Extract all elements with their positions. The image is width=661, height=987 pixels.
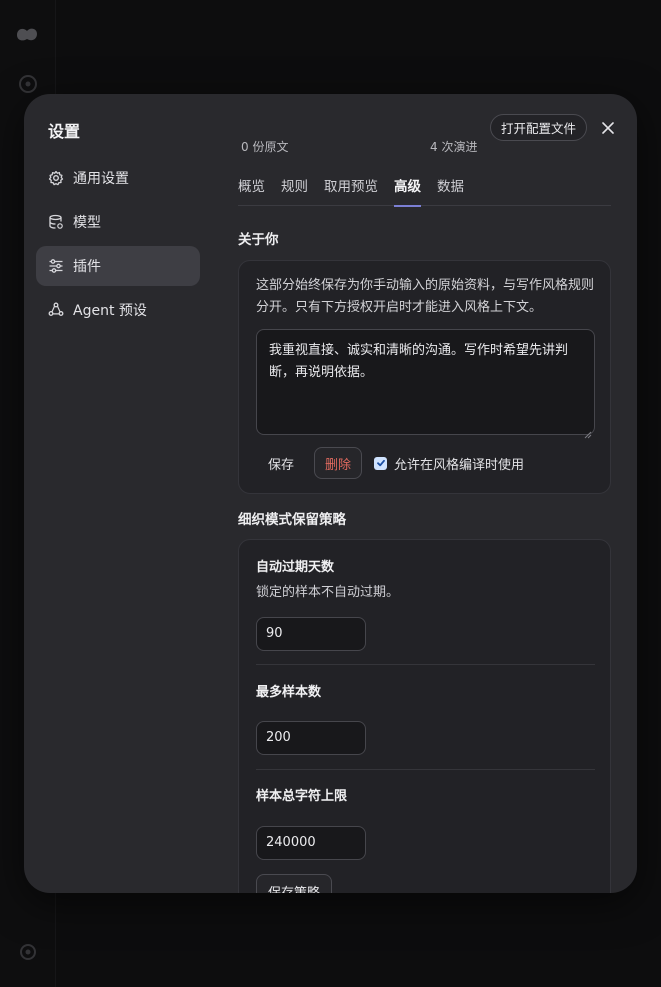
about-textarea[interactable]: 我重视直接、诚实和清晰的沟通。写作时希望先讲判断，再说明依据。: [256, 329, 595, 435]
tab-retrieval-preview[interactable]: 取用预览: [324, 174, 378, 206]
nav-item-agent-presets[interactable]: Agent 预设: [36, 290, 200, 330]
checkbox-checked-icon[interactable]: [374, 456, 388, 470]
retention-card: 自动过期天数 锁定的样本不自动过期。 90 最多样本数 200 样本总字符上限 …: [238, 539, 611, 893]
expire-days-help: 锁定的样本不自动过期。: [256, 585, 400, 600]
tab-data[interactable]: 数据: [437, 174, 464, 206]
max-samples-field: 最多样本数 200: [256, 681, 595, 755]
about-description: 这部分始终保存为你手动输入的原始资料，与写作风格规则分开。只有下方授权开启时才能…: [256, 278, 595, 315]
save-button[interactable]: 保存: [256, 447, 306, 479]
allow-style-compile-checkbox[interactable]: 允许在风格编译时使用: [374, 454, 524, 473]
sliders-icon: [48, 258, 64, 274]
expire-days-field: 自动过期天数 锁定的样本不自动过期。 90: [256, 556, 595, 651]
about-card: 这部分始终保存为你手动输入的原始资料，与写作风格规则分开。只有下方授权开启时才能…: [238, 260, 611, 494]
nav-item-label: 通用设置: [73, 171, 129, 187]
summary-stat-left: 0 份原文: [241, 140, 289, 154]
expire-days-label: 自动过期天数: [256, 560, 335, 575]
settings-content[interactable]: 0 份原文 4 次演进 概览 规则 取用预览 高级 数据 关于你 这部分始终保存…: [238, 134, 611, 893]
nav-item-plugins[interactable]: 插件: [36, 246, 200, 286]
settings-nav: 通用设置 模型 插件 Agent 预设: [36, 158, 200, 334]
summary-stats: 0 份原文 4 次演进: [238, 140, 611, 154]
tab-advanced[interactable]: 高级: [394, 174, 421, 207]
nav-item-label: 模型: [73, 215, 101, 231]
summary-stat-right: 4 次演进: [430, 140, 478, 154]
database-icon: [48, 214, 64, 230]
settings-modal: 设置 打开配置文件 通用设置 模型 插件 Agent 预设 0 份原文 4 次演…: [24, 94, 637, 893]
about-actions: 保存 删除 允许在风格编译时使用: [256, 447, 524, 479]
divider: [256, 664, 595, 665]
expire-days-input[interactable]: 90: [256, 617, 366, 651]
nav-item-label: 插件: [73, 259, 101, 275]
resize-grip-icon[interactable]: [584, 424, 592, 439]
nav-item-label: Agent 预设: [73, 303, 147, 319]
tab-rules[interactable]: 规则: [281, 174, 308, 206]
retention-section-title: 细织模式保留策略: [238, 512, 346, 528]
save-policy-button[interactable]: 保存策略: [256, 874, 333, 893]
char-limit-input[interactable]: 240000: [256, 826, 366, 860]
tab-bar: 概览 规则 取用预览 高级 数据: [238, 174, 611, 207]
char-limit-label: 样本总字符上限: [256, 789, 348, 804]
divider: [256, 769, 595, 770]
char-limit-field: 样本总字符上限 240000: [256, 785, 595, 860]
modal-title: 设置: [48, 122, 81, 141]
allow-style-compile-label: 允许在风格编译时使用: [394, 457, 525, 473]
max-samples-input[interactable]: 200: [256, 721, 366, 755]
gear-icon: [48, 170, 64, 186]
about-section-title: 关于你: [238, 232, 279, 248]
agent-icon: [48, 302, 64, 318]
tab-overview[interactable]: 概览: [238, 174, 265, 206]
nav-item-general[interactable]: 通用设置: [36, 158, 200, 198]
nav-item-models[interactable]: 模型: [36, 202, 200, 242]
delete-button[interactable]: 删除: [314, 447, 363, 479]
close-icon: [602, 121, 614, 134]
max-samples-label: 最多样本数: [256, 685, 322, 700]
